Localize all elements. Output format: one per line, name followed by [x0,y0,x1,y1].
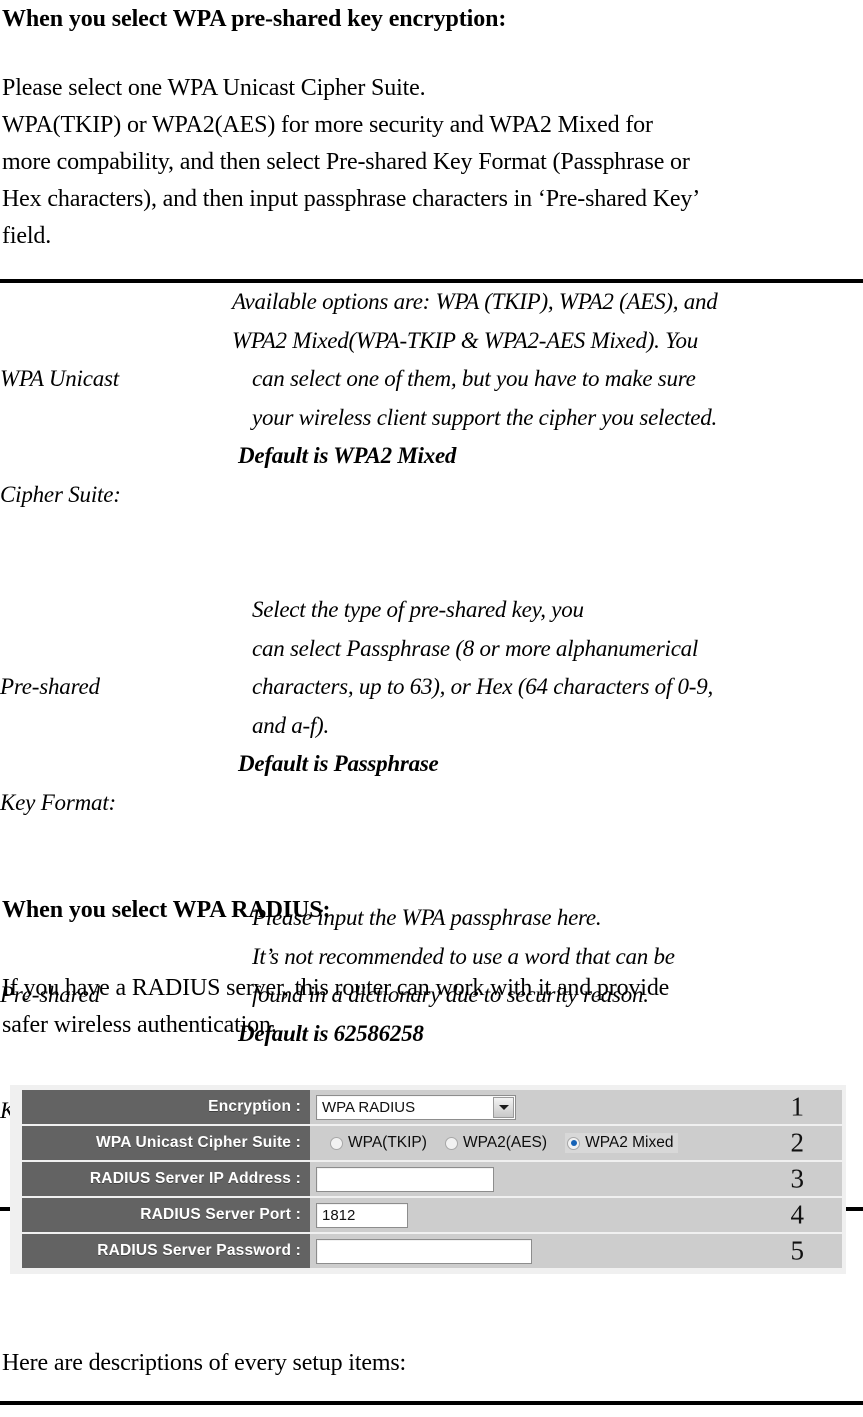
definition-line: WPA2 Mixed(WPA-TKIP & WPA2-AES Mixed). Y… [232,327,699,353]
radius-server-password-input[interactable] [316,1238,532,1264]
psk-paragraph-line-0: Please select one WPA Unicast Cipher Sui… [2,75,426,101]
chevron-down-icon[interactable] [493,1096,514,1118]
definition-default-line: Default is WPA2 Mixed [238,443,457,468]
radius-heading: When you select WPA RADIUS: [2,895,862,925]
label-radius-server-port: RADIUS Server Port : [22,1198,310,1232]
config-row-encryption: Encryption : WPA RADIUS 1 [22,1090,842,1124]
callout-number-5: 5 [790,1235,805,1266]
value-server-password: 5 [310,1234,842,1268]
value-encryption: WPA RADIUS 1 [310,1090,842,1124]
radius-heading-text: When you select WPA RADIUS: [2,897,331,923]
callout-number-2: 2 [790,1127,805,1158]
radio-wpa2-aes[interactable]: WPA2(AES) [444,1134,548,1152]
label-encryption: Encryption : [22,1090,310,1124]
definition-default-line: Default is Passphrase [238,751,439,776]
term-line: Cipher Suite: [0,481,121,507]
config-row-cipher-suite: WPA Unicast Cipher Suite : WPA(TKIP) WPA… [22,1126,842,1160]
radio-wpa-tkip[interactable]: WPA(TKIP) [330,1134,427,1152]
value-cipher-suite: WPA(TKIP) WPA2(AES) WPA2 Mixed 2 [310,1126,842,1160]
definition-line: and a-f). [252,712,329,738]
definition-line: your wireless client support the cipher … [252,404,717,430]
config-row-server-port: RADIUS Server Port : 1812 4 [22,1198,842,1232]
psk-paragraph-line-4: field. [2,223,52,249]
term-line: Pre-shared [0,674,100,699]
table-row: Pre-shared Key Format: Select the type o… [0,591,863,899]
radio-label: WPA2 Mixed [585,1134,674,1151]
config-row-server-ip: RADIUS Server IP Address : 3 [22,1162,842,1196]
value-server-ip: 3 [310,1162,842,1196]
encryption-select[interactable]: WPA RADIUS [316,1094,516,1120]
definition-line: can select Passphrase (8 or more alphanu… [252,635,699,661]
definition-line: can select one of them, but you have to … [252,366,696,391]
radio-wpa2-mixed[interactable]: WPA2 Mixed [565,1133,678,1153]
table-row: WPA Unicast Cipher Suite: Available opti… [0,283,863,591]
psk-paragraph-line-1: WPA(TKIP) or WPA2(AES) for more security… [2,112,653,138]
psk-heading: When you select WPA pre-shared key encry… [2,4,862,34]
psk-description-table: WPA Unicast Cipher Suite: Available opti… [0,279,863,1211]
callout-number-3: 3 [790,1163,805,1194]
label-radius-server-ip: RADIUS Server IP Address : [22,1162,310,1196]
radio-icon[interactable] [444,1136,458,1150]
psk-paragraph-line-2: more compability, and then select Pre-sh… [2,149,690,175]
closing-paragraph-text: Here are descriptions of every setup ite… [2,1350,407,1376]
encryption-select-value: WPA RADIUS [322,1098,416,1116]
psk-paragraph-line-3: Hex characters), and then input passphra… [2,186,701,212]
value-server-port: 1812 4 [310,1198,842,1232]
table-row-term: WPA Unicast Cipher Suite: [0,283,232,591]
definition-line: Available options are: WPA (TKIP), WPA2 … [232,289,718,314]
radius-paragraph: If you have a RADIUS server, this router… [2,970,862,1044]
label-wpa-unicast-cipher-suite: WPA Unicast Cipher Suite : [22,1126,310,1160]
callout-number-4: 4 [790,1199,805,1230]
document-page: When you select WPA pre-shared key encry… [0,0,863,1417]
term-line: Key Format: [0,789,116,815]
definition-line: characters, up to 63), or Hex (64 charac… [252,674,713,699]
radio-label: WPA(TKIP) [348,1134,427,1151]
table-row-term: Pre-shared Key Format: [0,591,232,899]
radius-paragraph-line-1: safer wireless authentication. [2,1012,277,1038]
radius-paragraph-line-0: If you have a RADIUS server, this router… [2,975,670,1001]
radio-label: WPA2(AES) [462,1134,548,1151]
definition-line: Select the type of pre-shared key, you [252,597,584,622]
footer-rule [0,1401,863,1405]
radius-server-ip-input[interactable] [316,1166,494,1192]
psk-paragraph: Please select one WPA Unicast Cipher Sui… [2,70,862,255]
term-line: WPA Unicast [0,366,119,391]
table-row-definition: Available options are: WPA (TKIP), WPA2 … [232,283,863,476]
callout-number-1: 1 [790,1091,805,1122]
radius-server-port-input[interactable]: 1812 [316,1202,408,1228]
radio-icon-checked[interactable] [567,1136,581,1150]
router-config-panel: Encryption : WPA RADIUS 1 WPA Unicast Ci… [10,1085,846,1274]
cipher-suite-radio-group[interactable]: WPA(TKIP) WPA2(AES) WPA2 Mixed [316,1133,678,1153]
psk-heading-text: When you select WPA pre-shared key encry… [2,6,507,32]
closing-paragraph: Here are descriptions of every setup ite… [2,1345,862,1382]
radio-icon[interactable] [330,1136,343,1150]
table-row-definition: Select the type of pre-shared key, you c… [232,591,863,784]
config-row-server-password: RADIUS Server Password : 5 [22,1234,842,1268]
label-radius-server-password: RADIUS Server Password : [22,1234,310,1268]
